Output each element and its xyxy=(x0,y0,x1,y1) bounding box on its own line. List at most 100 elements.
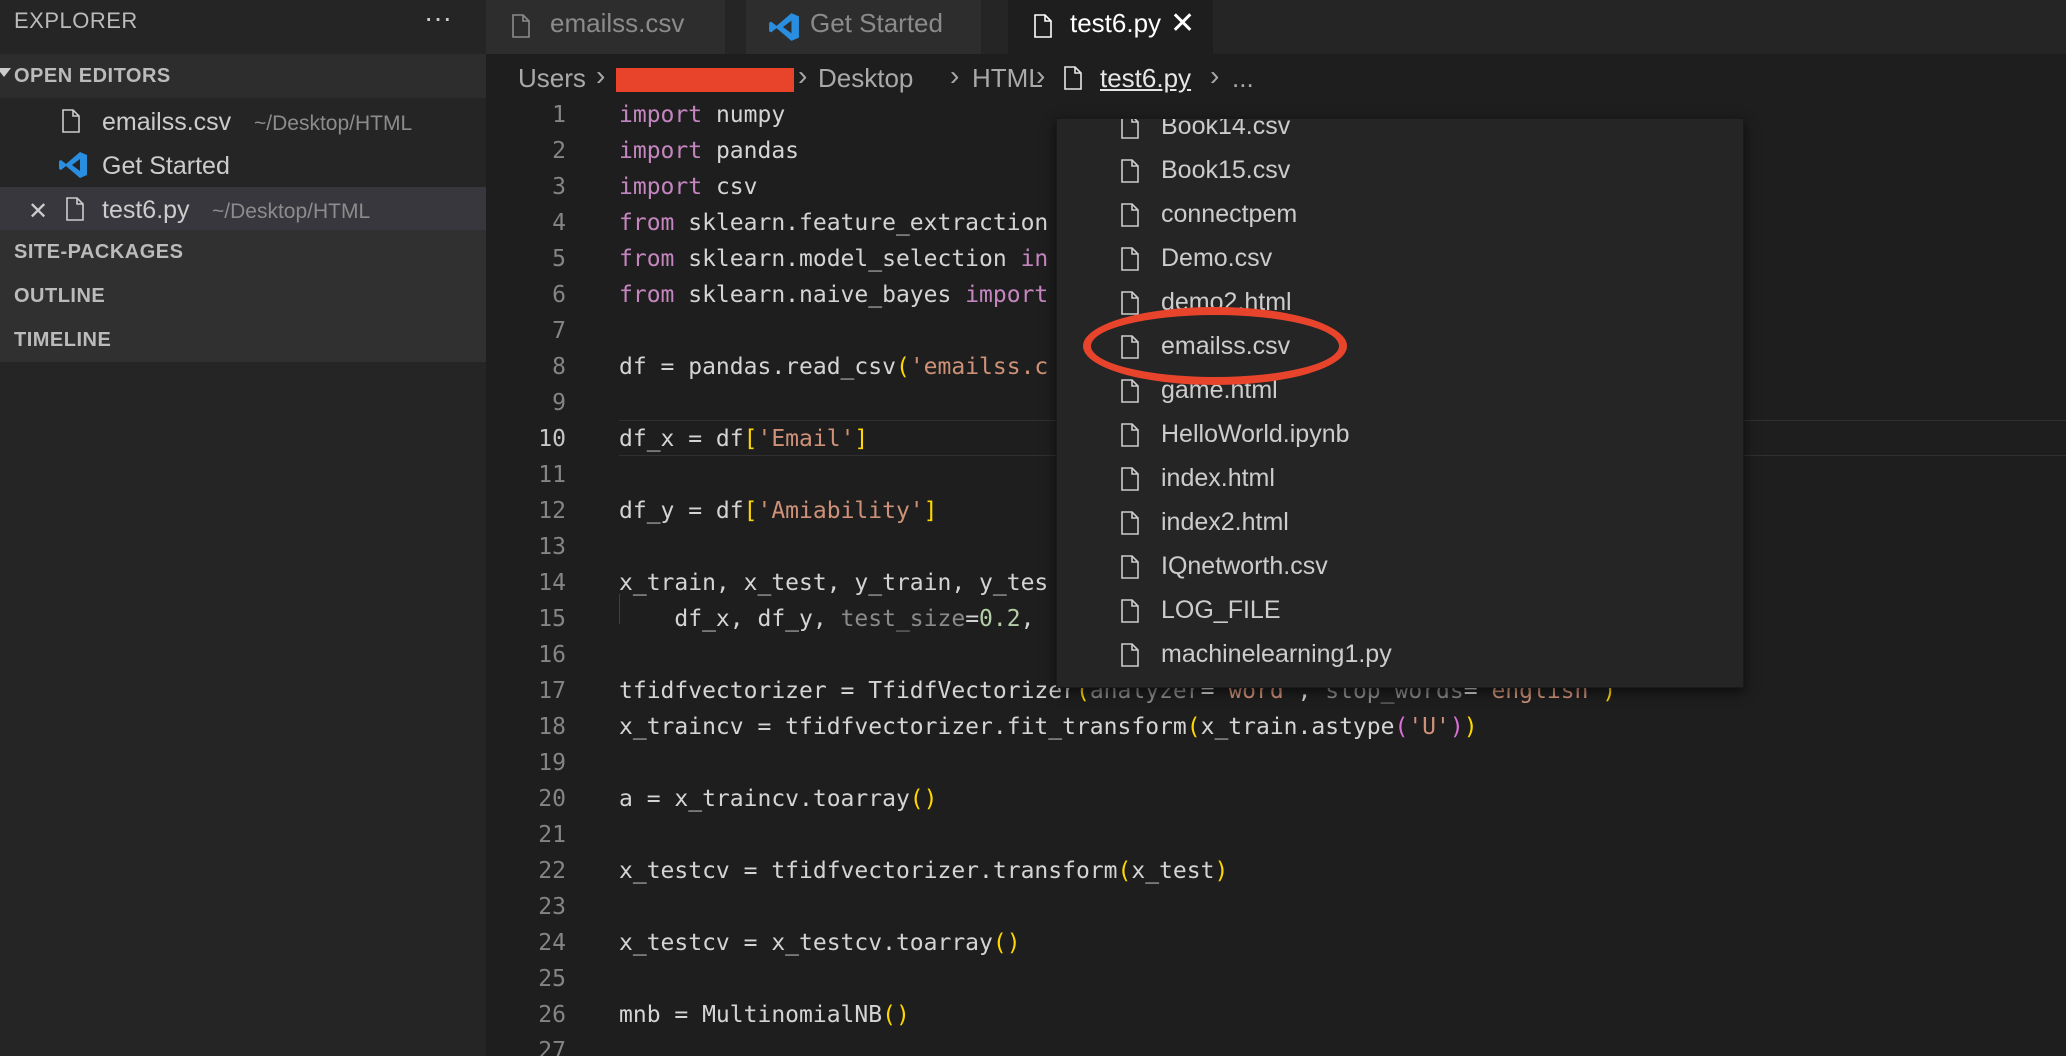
file-item-label: machinelearning1.py xyxy=(1161,640,1392,668)
line-number: 11 xyxy=(538,462,566,488)
line-number: 2 xyxy=(552,138,566,164)
breadcrumb-users[interactable]: Users xyxy=(518,63,586,94)
breadcrumb-separator: › xyxy=(1210,60,1220,91)
line-number: 14 xyxy=(538,570,566,596)
outline-header[interactable]: OUTLINE xyxy=(0,274,486,318)
file-item[interactable]: index2.html xyxy=(1057,501,1743,545)
tab-label: emailss.csv xyxy=(550,8,685,38)
file-icon xyxy=(1121,643,1139,667)
line-number: 1 xyxy=(552,102,566,128)
tab-label: Get Started xyxy=(810,8,943,38)
open-editor-name: emailss.csv xyxy=(102,108,232,136)
line-number: 20 xyxy=(538,786,566,812)
file-item-label: Book14.csv xyxy=(1161,118,1291,140)
open-editor-item-emailss[interactable]: emailss.csv ~/Desktop/HTML xyxy=(0,99,486,143)
file-icon xyxy=(66,197,84,221)
more-actions-icon[interactable]: ··· xyxy=(424,2,452,34)
line-number: 4 xyxy=(552,210,566,236)
file-icon xyxy=(1121,599,1139,623)
annotation-circle xyxy=(1083,307,1347,385)
close-icon[interactable]: ✕ xyxy=(1170,6,1195,41)
line-number: 23 xyxy=(538,894,566,920)
file-item[interactable]: index.html xyxy=(1057,457,1743,501)
line-number: 8 xyxy=(552,354,566,380)
line-number: 24 xyxy=(538,930,566,956)
tab-get-started[interactable]: Get Started xyxy=(746,0,982,54)
file-icon xyxy=(1121,423,1139,447)
breadcrumb-desktop[interactable]: Desktop xyxy=(818,63,913,94)
chevron-down-icon xyxy=(0,68,11,77)
file-icon xyxy=(1121,159,1139,183)
file-icon xyxy=(1121,467,1139,491)
line-number: 13 xyxy=(538,534,566,560)
vscode-icon xyxy=(769,13,799,41)
file-item[interactable]: HelloWorld.ipynb xyxy=(1057,413,1743,457)
code-line: from sklearn.feature_extraction xyxy=(619,210,1049,236)
open-editor-item-get-started[interactable]: Get Started xyxy=(0,143,486,187)
file-item[interactable]: Book14.csv xyxy=(1057,118,1743,149)
open-editors-label: OPEN EDITORS xyxy=(14,65,171,87)
file-item[interactable]: LOG_FILE xyxy=(1057,589,1743,633)
tab-emailss[interactable]: emailss.csv xyxy=(486,0,726,54)
file-item[interactable]: connectpem xyxy=(1057,193,1743,237)
open-editor-path: ~/Desktop/HTML xyxy=(254,112,413,135)
tab-label: test6.py xyxy=(1070,8,1162,38)
code-line: x_testcv = tfidfvectorizer.transform(x_t… xyxy=(619,858,1229,884)
file-icon xyxy=(1121,379,1139,403)
code-line: df_y = df['Amiability'] xyxy=(619,498,938,524)
file-item[interactable]: machinelearning1.py xyxy=(1057,633,1743,677)
file-item-label: LOG_FILE xyxy=(1161,596,1281,624)
breadcrumb-separator: › xyxy=(950,60,960,91)
file-item[interactable]: Book15.csv xyxy=(1057,149,1743,193)
file-item[interactable]: IQnetworth.csv xyxy=(1057,545,1743,589)
line-number: 19 xyxy=(538,750,566,776)
open-editor-item-test6[interactable]: ✕ test6.py ~/Desktop/HTML xyxy=(0,187,486,231)
file-icon xyxy=(62,109,80,133)
close-icon[interactable]: ✕ xyxy=(28,197,48,226)
open-editor-name: test6.py xyxy=(102,196,190,224)
code-line: x_testcv = x_testcv.toarray() xyxy=(619,930,1021,956)
tab-test6[interactable]: test6.py ✕ xyxy=(1008,0,1214,54)
file-icon xyxy=(512,14,530,38)
breadcrumb-file[interactable]: test6.py xyxy=(1100,63,1191,94)
breadcrumb-separator: › xyxy=(798,60,808,91)
tab-bar: emailss.csv Get Started test6.py ✕ xyxy=(486,0,2066,54)
code-line: x_train, x_test, y_train, y_tes xyxy=(619,570,1049,596)
site-packages-header[interactable]: SITE-PACKAGES xyxy=(0,230,486,274)
open-editors-header[interactable]: OPEN EDITORS xyxy=(0,54,486,98)
file-icon xyxy=(1121,291,1139,315)
line-number: 26 xyxy=(538,1002,566,1028)
line-number: 16 xyxy=(538,642,566,668)
line-number: 22 xyxy=(538,858,566,884)
breadcrumb-separator: › xyxy=(596,60,606,91)
open-editor-name: Get Started xyxy=(102,152,230,180)
file-icon xyxy=(1121,555,1139,579)
file-item[interactable]: Demo.csv xyxy=(1057,237,1743,281)
code-line: import csv xyxy=(619,174,758,200)
line-number: 18 xyxy=(538,714,566,740)
line-number: 12 xyxy=(538,498,566,524)
code-line: a = x_traincv.toarray() xyxy=(619,786,938,812)
code-line: df = pandas.read_csv('emailss.c xyxy=(619,354,1049,380)
breadcrumb-html[interactable]: HTML xyxy=(972,63,1043,94)
redacted-username xyxy=(616,68,794,92)
breadcrumb-symbols[interactable]: ... xyxy=(1232,63,1254,94)
code-line: df_x, df_y, test_size=0.2, xyxy=(619,606,1035,632)
line-number: 15 xyxy=(538,606,566,632)
line-number: 3 xyxy=(552,174,566,200)
timeline-header[interactable]: TIMELINE xyxy=(0,318,486,362)
line-number: 27 xyxy=(538,1038,566,1056)
explorer-header: EXPLORER ··· xyxy=(0,0,486,40)
explorer-sidebar: EXPLORER ··· OPEN EDITORS emailss.csv ~/… xyxy=(0,0,486,1056)
file-item-label: index.html xyxy=(1161,464,1275,492)
breadcrumb-file-picker[interactable]: Book14.csv Book15.csv connectpem Demo.cs… xyxy=(1056,118,1744,688)
line-number: 9 xyxy=(552,390,566,416)
breadcrumb: Users › › Desktop › HTML › test6.py › ..… xyxy=(486,54,2066,102)
code-line: mnb = MultinomialNB() xyxy=(619,1002,910,1028)
section-label: TIMELINE xyxy=(14,329,112,351)
file-icon xyxy=(1121,119,1139,139)
code-line: x_traincv = tfidfvectorizer.fit_transfor… xyxy=(619,714,1478,740)
file-item-label: connectpem xyxy=(1161,200,1298,228)
line-number: 7 xyxy=(552,318,566,344)
code-line: from sklearn.model_selection in xyxy=(619,246,1049,272)
